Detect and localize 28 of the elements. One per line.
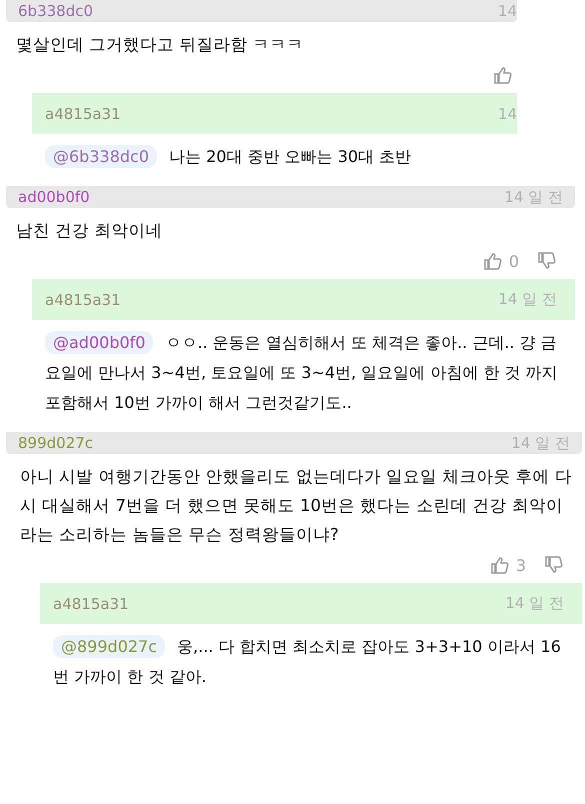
like-count: 0	[508, 252, 519, 270]
timestamp: 14	[498, 104, 517, 122]
timestamp: 14 일 전	[505, 594, 564, 613]
timestamp: 14 일 전	[504, 188, 563, 206]
thumbs-up-icon[interactable]	[490, 555, 510, 575]
author-name[interactable]: 899d027c	[18, 434, 94, 452]
thumbs-up-icon[interactable]	[482, 251, 503, 271]
author-name[interactable]: 6b338dc0	[18, 2, 94, 20]
reply-text: @6b338dc0 나는 20대 중반 오빠는 30대 초반	[32, 134, 517, 172]
timestamp: 14	[498, 2, 517, 20]
author-name[interactable]: a4815a31	[53, 594, 129, 612]
comment-text: 남친 건강 최악이네	[15, 220, 164, 242]
author-name[interactable]: a4815a31	[45, 104, 121, 122]
reply-text: @ad00b0f0 ㅇㅇ.. 운동은 열심히해서 또 체격은 좋아.. 근데.. 걍 금요일에 만나서 3~4번, 토요일에 또 3~4번, 일요일에 아침에 한 것 까지 포함해서 10번 가까이 해서 그런것같기도..	[44, 330, 559, 414]
thumbs-down-icon[interactable]	[537, 251, 557, 271]
thumbs-up-icon[interactable]	[493, 65, 513, 85]
thumbs-down-icon[interactable]	[544, 555, 564, 575]
mention-tag[interactable]: @ad00b0f0	[45, 331, 154, 354]
timestamp: 14 일 전	[511, 434, 570, 452]
author-name[interactable]: ad00b0f0	[18, 188, 90, 206]
comment-text: 몇살인데 그거했다고 뒤질라함 ㅋㅋㅋ	[15, 34, 305, 56]
like-count: 3	[516, 556, 526, 574]
timestamp: 14 일 전	[498, 290, 557, 309]
reply-text: @899d027c 웅,... 다 합치면 최소치로 잡아도 3+3+10 이라서 16번 가까이 한 것 같아.	[52, 634, 562, 688]
author-name[interactable]: a4815a31	[45, 290, 121, 308]
comment-text: 아니 시발 여행기간동안 안했을리도 없는데다가 일요일 체크아웃 후에 다시 대실해서 7번을 더 했으면 못해도 10번은 했다는 소린데 건강 최악이라는 소리하는 놈들은 무슨 정력왕들이냐?	[19, 466, 573, 546]
mention-tag[interactable]: @6b338dc0	[45, 145, 158, 168]
mention-tag[interactable]: @899d027c	[53, 635, 166, 658]
